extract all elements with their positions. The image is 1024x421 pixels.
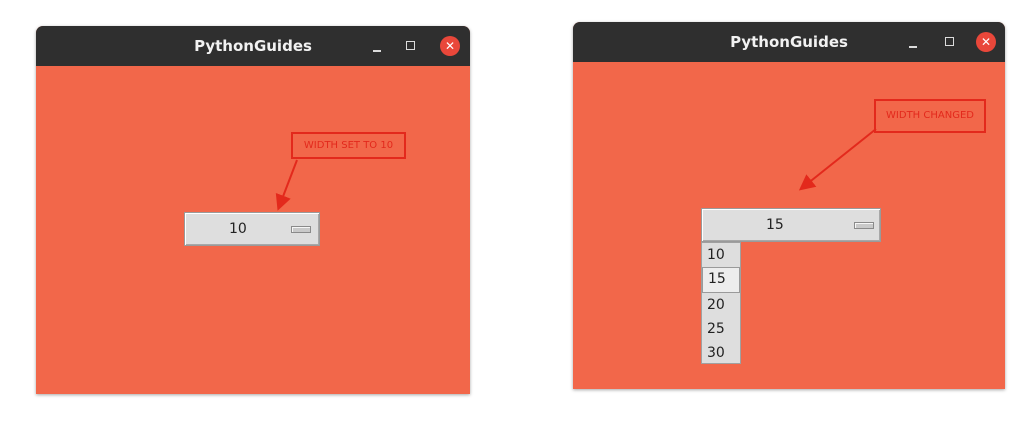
arrow-annotation [275, 159, 298, 211]
annotation-arrows [275, 128, 877, 211]
arrow-annotation [798, 128, 877, 191]
